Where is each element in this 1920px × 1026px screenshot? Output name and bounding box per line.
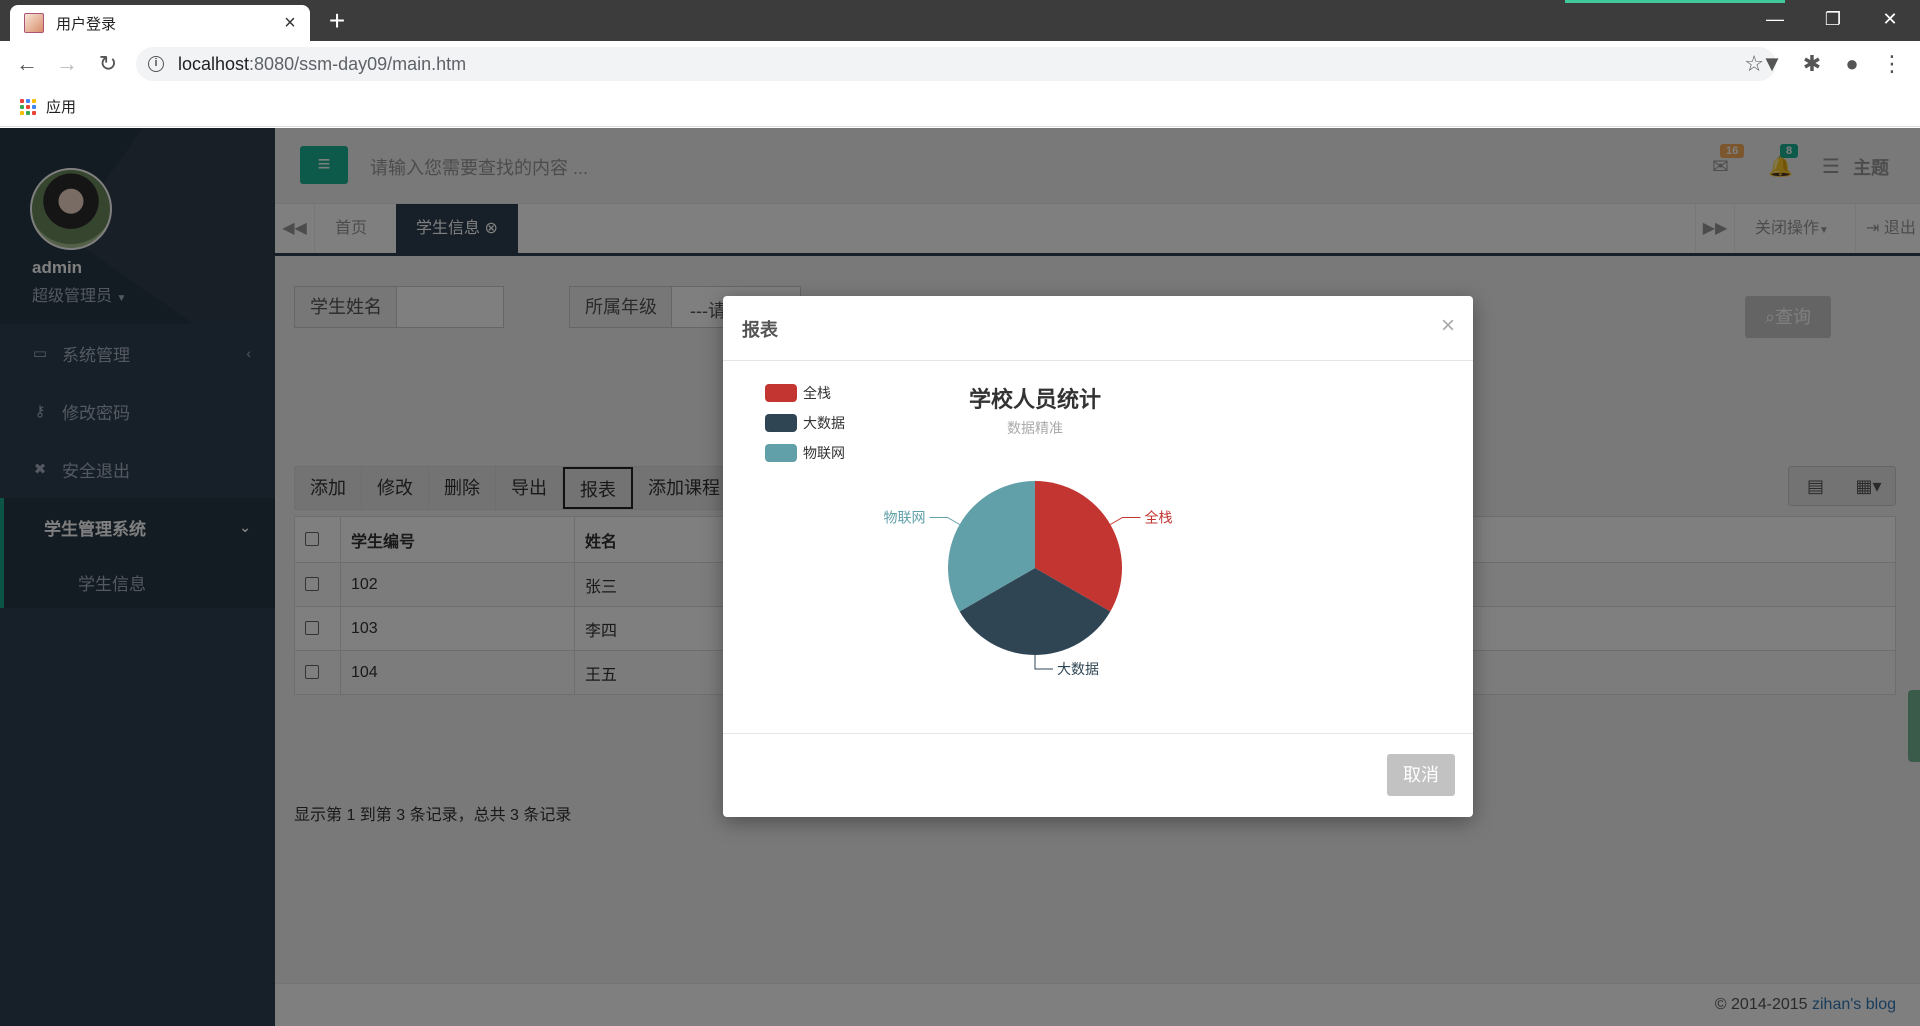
modal-header: 报表 ×	[723, 296, 1473, 361]
extension-v-icon[interactable]: ▼	[1755, 47, 1789, 81]
profile-icon[interactable]: ●	[1835, 47, 1869, 81]
legend-label[interactable]: 大数据	[803, 415, 845, 431]
report-modal: 报表 × 学校人员统计 数据精准 全栈 大数据 物联网 全栈 大数据 物联网 取消	[723, 296, 1473, 817]
puzzle-icon[interactable]: ✱	[1795, 47, 1829, 81]
pie-chart: 学校人员统计 数据精准 全栈大数据物联网 全栈大数据物联网	[765, 384, 1172, 677]
favicon-icon	[24, 13, 44, 33]
back-icon[interactable]: ←	[12, 49, 42, 79]
modal-body: 学校人员统计 数据精准 全栈 大数据 物联网 全栈 大数据 物联网	[723, 361, 1473, 733]
minimize-icon[interactable]: —	[1755, 4, 1795, 34]
close-icon[interactable]: ×	[1441, 312, 1455, 340]
bookmarks-bar: 应用	[0, 87, 1920, 127]
chart-title: 学校人员统计	[969, 387, 1101, 412]
restore-icon[interactable]: ❐	[1813, 4, 1853, 34]
legend-swatch[interactable]	[765, 384, 797, 402]
chart-subtitle: 数据精准	[1007, 420, 1063, 436]
browser-toolbar: ← → ↻ i localhost :8080/ssm-day09/main.h…	[0, 41, 1920, 87]
browser-tab-title: 用户登录	[56, 15, 117, 33]
legend-swatch[interactable]	[765, 444, 797, 462]
modal-footer: 取消	[723, 733, 1473, 817]
slice-label: 全栈	[1144, 510, 1172, 526]
legend-label[interactable]: 全栈	[803, 385, 831, 401]
side-handle[interactable]	[1908, 690, 1920, 762]
forward-icon[interactable]: →	[52, 49, 82, 79]
label-leader-line	[929, 517, 960, 525]
close-tab-icon[interactable]: ×	[280, 12, 300, 35]
modal-title: 报表	[742, 320, 778, 340]
browser-tabstrip: 用户登录 × + — ❐ ✕	[0, 0, 1920, 41]
slice-label: 大数据	[1057, 661, 1099, 677]
slice-label: 物联网	[884, 510, 926, 526]
apps-grid-icon[interactable]	[20, 98, 36, 115]
reload-icon[interactable]: ↻	[93, 49, 123, 79]
info-icon[interactable]: i	[148, 56, 164, 72]
chart-legend: 全栈大数据物联网	[765, 384, 845, 462]
window-close-icon[interactable]: ✕	[1870, 4, 1910, 34]
address-bar[interactable]: i localhost :8080/ssm-day09/main.htm ☆	[136, 47, 1776, 81]
legend-label[interactable]: 物联网	[803, 445, 845, 461]
url-path: :8080/ssm-day09/main.htm	[249, 53, 467, 74]
label-leader-line	[1034, 655, 1053, 670]
apps-bookmark[interactable]: 应用	[46, 96, 76, 117]
browser-tab[interactable]: 用户登录 ×	[10, 5, 310, 41]
chart-slices	[948, 481, 1122, 655]
cancel-button[interactable]: 取消	[1387, 754, 1455, 796]
more-menu-icon[interactable]: ⋮	[1875, 47, 1909, 81]
legend-swatch[interactable]	[765, 414, 797, 432]
url-host: localhost	[178, 53, 250, 74]
loading-bar	[1565, 0, 1785, 3]
label-leader-line	[1110, 517, 1141, 525]
new-tab-icon[interactable]: +	[322, 6, 352, 36]
